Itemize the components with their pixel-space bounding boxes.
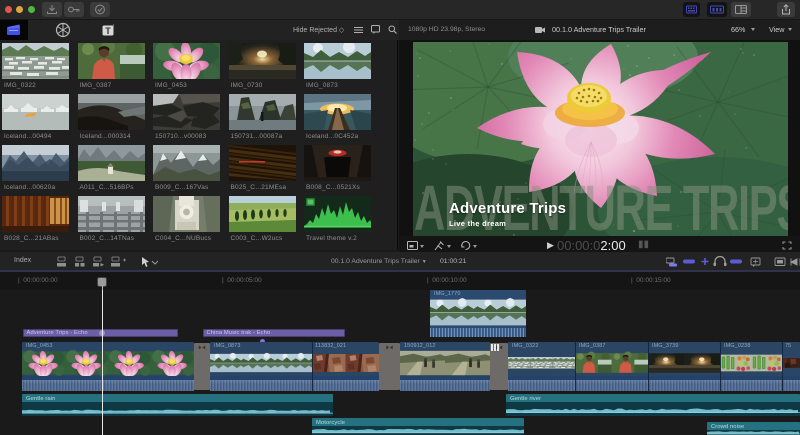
svg-text:♪: ♪ bbox=[112, 23, 115, 29]
svg-text:T: T bbox=[105, 26, 111, 36]
